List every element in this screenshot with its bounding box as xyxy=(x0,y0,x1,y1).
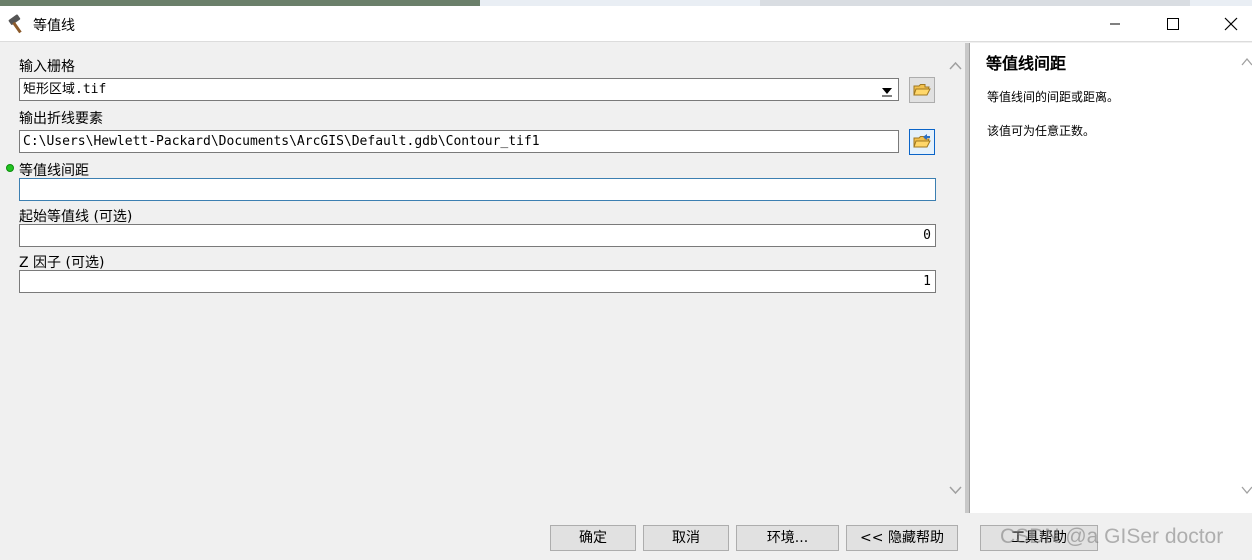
base-contour-input[interactable]: 0 xyxy=(19,224,936,247)
minimize-button[interactable] xyxy=(1086,6,1144,42)
chevron-down-icon xyxy=(882,87,892,96)
maximize-icon xyxy=(1167,18,1179,30)
input-raster-value: 矩形区域.tif xyxy=(23,82,107,97)
help-panel: 等值线间距 等值线间的间距或距离。 该值可为任意正数。 xyxy=(969,43,1252,513)
open-folder-icon xyxy=(913,84,931,96)
contour-interval-input[interactable] xyxy=(19,178,936,201)
output-features-input[interactable]: C:\Users\Hewlett-Packard\Documents\ArcGI… xyxy=(19,130,899,153)
environments-button[interactable]: 环境... xyxy=(736,525,839,551)
base-contour-label: 起始等值线 (可选) xyxy=(19,209,133,225)
maximize-button[interactable] xyxy=(1144,6,1202,42)
help-paragraph: 该值可为任意正数。 xyxy=(987,124,1096,138)
output-features-browse-button[interactable] xyxy=(909,129,935,155)
scroll-up-icon[interactable] xyxy=(1241,57,1252,67)
z-factor-value: 1 xyxy=(923,274,931,289)
z-factor-input[interactable]: 1 xyxy=(19,270,936,293)
help-title: 等值线间距 xyxy=(986,54,1067,73)
dialog-footer: 确定 取消 环境... << 隐藏帮助 工具帮助 CSDN @a GISer d… xyxy=(0,513,1252,560)
open-folder-icon xyxy=(913,134,931,148)
window-title: 等值线 xyxy=(33,18,75,34)
title-bar: 等值线 xyxy=(0,6,1252,42)
input-raster-dropdown-button[interactable] xyxy=(878,81,896,100)
close-icon xyxy=(1224,17,1238,31)
hide-help-button[interactable]: << 隐藏帮助 xyxy=(846,525,958,551)
contour-interval-label: 等值线间距 xyxy=(19,163,89,179)
output-features-value: C:\Users\Hewlett-Packard\Documents\ArcGI… xyxy=(23,134,540,149)
close-button[interactable] xyxy=(1202,6,1252,42)
hammer-icon xyxy=(8,14,22,34)
help-paragraph: 等值线间的间距或距离。 xyxy=(987,90,1120,104)
watermark: CSDN @a GISer doctor xyxy=(1000,525,1224,548)
input-raster-label: 输入栅格 xyxy=(19,59,75,75)
base-contour-value: 0 xyxy=(923,228,931,243)
minimize-icon xyxy=(1110,23,1120,25)
output-features-label: 输出折线要素 xyxy=(19,111,103,127)
input-raster-combobox[interactable]: 矩形区域.tif xyxy=(19,78,899,101)
z-factor-label: Z 因子 (可选) xyxy=(19,255,105,271)
parameter-scrollbar[interactable] xyxy=(946,43,965,513)
ok-button[interactable]: 确定 xyxy=(550,525,636,551)
scroll-down-icon[interactable] xyxy=(948,483,963,497)
input-raster-browse-button[interactable] xyxy=(909,77,935,103)
required-indicator-icon xyxy=(6,164,14,172)
cancel-button[interactable]: 取消 xyxy=(643,525,729,551)
scroll-down-icon[interactable] xyxy=(1241,485,1252,495)
scroll-up-icon[interactable] xyxy=(948,59,963,73)
